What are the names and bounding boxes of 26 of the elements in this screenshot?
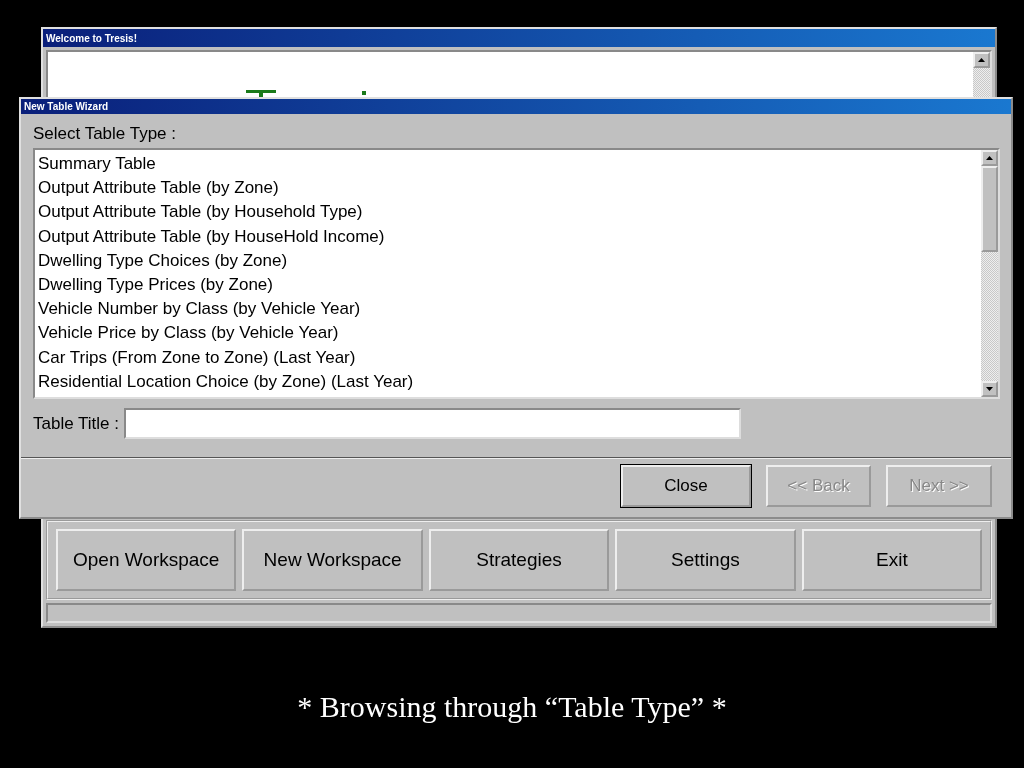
list-item[interactable]: Residential Location Choice (by Zone) (Last Year) <box>38 369 978 395</box>
toolbar-button[interactable]: Open Workspace <box>56 529 237 591</box>
list-item[interactable]: Dwelling Type Choices (by Zone) <box>38 248 978 273</box>
list-item[interactable]: Dwelling Type Prices (by Zone) <box>38 273 978 298</box>
list-item[interactable]: Output Attribute Table (by HouseHold Income) <box>38 224 978 249</box>
slide-caption: * Browsing through “Table Type” * <box>297 690 727 723</box>
toolbar-button[interactable]: New Workspace <box>242 529 423 591</box>
list-item[interactable]: Output Attribute Table (by Household Type) <box>38 200 978 225</box>
list-item[interactable]: Summary Table <box>38 152 978 177</box>
scrollbar[interactable] <box>981 150 998 397</box>
table-title-field[interactable] <box>124 408 741 439</box>
toolbar-button[interactable]: Strategies <box>428 529 610 591</box>
list-item[interactable]: Car Trips (From Zone to Zone) (Last Year) <box>38 345 978 370</box>
up-arrow-icon <box>978 58 985 62</box>
toolbar-button[interactable]: Exit <box>801 529 983 591</box>
dialog-title: New Table Wizard <box>21 99 1011 114</box>
list-item[interactable]: Vehicle Number by Class (by Vehicle Year) <box>38 297 978 322</box>
list-label: Select Table Type : <box>33 124 178 144</box>
toolbar-button[interactable]: Settings <box>615 529 796 591</box>
down-arrow-icon <box>986 387 993 391</box>
up-arrow-icon <box>986 156 993 160</box>
window-title: Welcome to Tresis! <box>43 29 995 47</box>
dialog-button[interactable]: Close <box>621 465 751 507</box>
title-label: Table Title : <box>33 413 119 434</box>
list-item[interactable]: Output Attribute Table (by Zone) <box>38 176 978 201</box>
list-item[interactable]: Vehicle Price by Class (by Vehicle Year) <box>38 321 978 346</box>
